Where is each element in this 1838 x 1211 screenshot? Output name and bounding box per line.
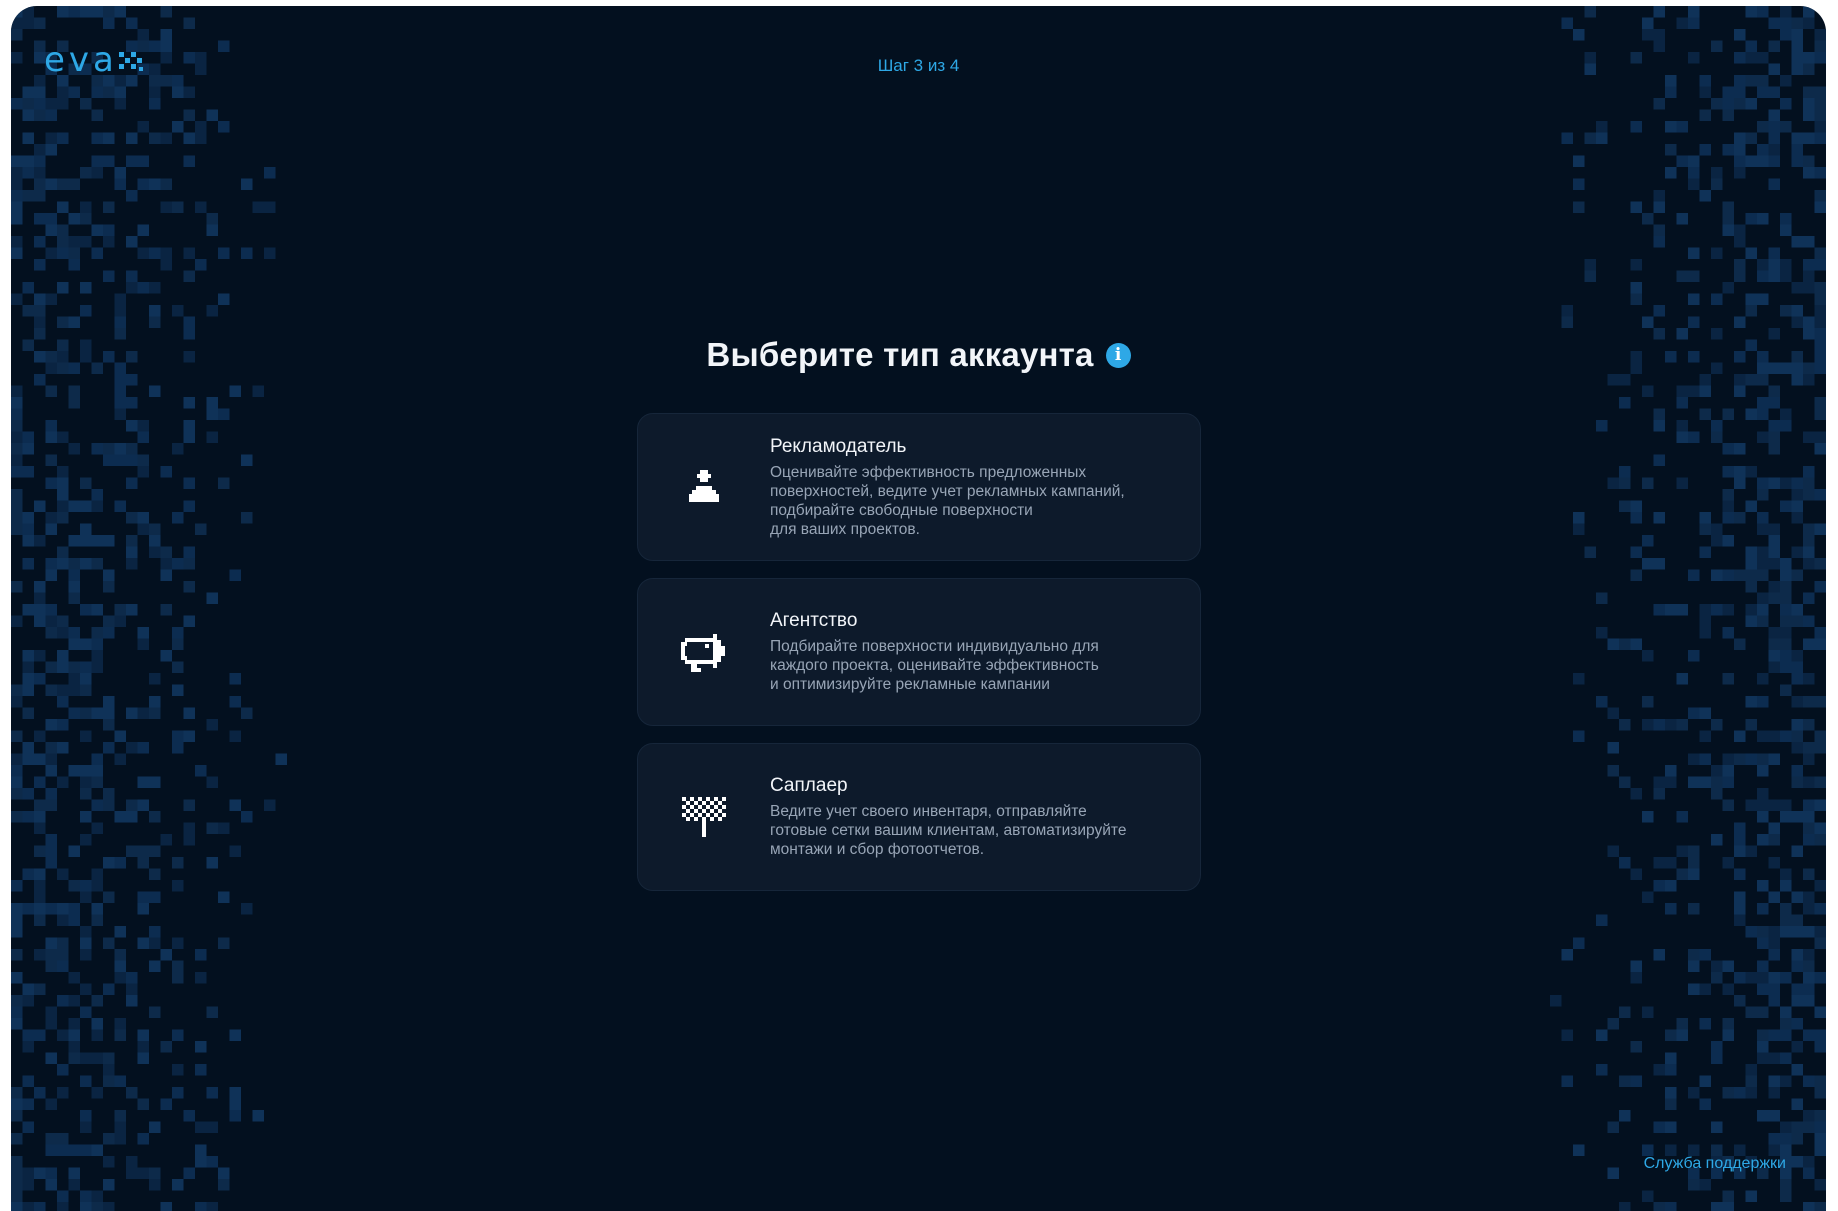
card-description: Ведите учет своего инвентаря, отправляйт…	[770, 803, 1127, 858]
card-description: Оценивайте эффективность предложенных по…	[770, 463, 1125, 538]
title-row: Выберите тип аккаунта i	[11, 336, 1826, 374]
info-icon[interactable]: i	[1105, 342, 1131, 368]
card-body: Агентство Подбирайте поверхности индивид…	[770, 579, 1180, 725]
card-body: Саплаер Ведите учет своего инвентаря, от…	[770, 744, 1180, 890]
card-title: Рекламодатель	[770, 435, 907, 457]
account-type-list: Рекламодатель Оценивайте эффективность п…	[637, 413, 1201, 908]
step-indicator: Шаг 3 из 4	[877, 56, 960, 75]
app-window: eva Шаг 3 из 4 Выберите тип аккаунта i Р…	[11, 6, 1826, 1211]
account-type-card-advertiser[interactable]: Рекламодатель Оценивайте эффективность п…	[637, 413, 1201, 561]
support-link[interactable]: Служба поддержки	[1644, 1155, 1786, 1173]
page-title: Выберите тип аккаунта	[706, 336, 1094, 373]
advertiser-icon	[676, 459, 732, 515]
account-type-card-supplier[interactable]: Саплаер Ведите учет своего инвентаря, от…	[637, 743, 1201, 891]
card-title: Агентство	[770, 610, 858, 631]
card-title: Саплаер	[770, 775, 848, 796]
card-body: Рекламодатель Оценивайте эффективность п…	[770, 414, 1180, 560]
account-type-card-agency[interactable]: Агентство Подбирайте поверхности индивид…	[637, 578, 1201, 726]
card-description: Подбирайте поверхности индивидуально для…	[770, 638, 1099, 693]
supplier-billboard-icon	[676, 789, 732, 845]
agency-megaphone-icon	[676, 624, 732, 680]
